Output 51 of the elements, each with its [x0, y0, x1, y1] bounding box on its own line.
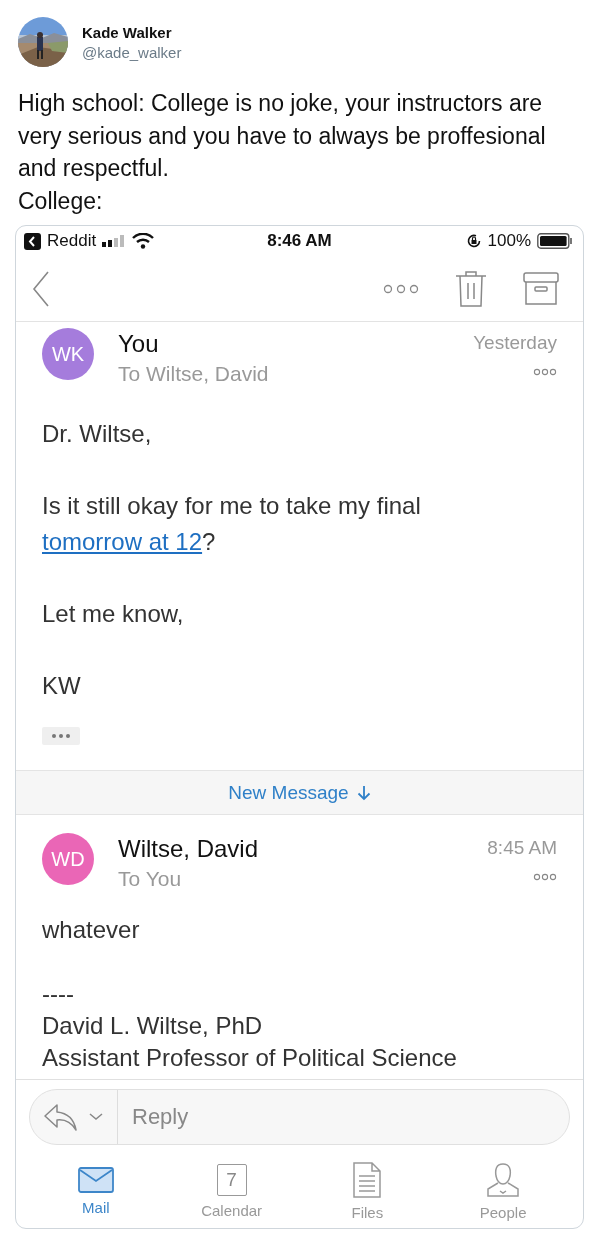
sender-name: You	[118, 329, 160, 359]
sender-name: Wiltse, David	[118, 834, 260, 864]
archive-icon[interactable]	[523, 270, 559, 307]
mail-icon	[77, 1167, 114, 1193]
recipient-line: To Wiltse, David	[118, 361, 270, 387]
file-icon	[352, 1162, 383, 1198]
show-quoted-icon[interactable]	[42, 727, 80, 745]
caret-icon[interactable]	[89, 1113, 103, 1121]
calendar-icon: 7	[216, 1164, 247, 1196]
message-text: KW	[42, 671, 82, 701]
tab[interactable]: Mail	[45, 1167, 146, 1216]
back-icon	[24, 232, 41, 250]
new-message-bar[interactable]: New Message	[16, 770, 583, 815]
message-text: Is it still okay for me to take my final tomorrow at 12?	[42, 491, 422, 557]
person-icon	[486, 1162, 521, 1198]
tweet-text: High school: College is no joke, your instructors are very serious and you have to always be proffesional and respectful.	[18, 89, 547, 183]
signature-line: David L. Wiltse, PhD	[42, 1011, 264, 1041]
signature-line: ----	[42, 979, 75, 1009]
author-handle[interactable]: @kade_walker	[82, 43, 182, 61]
reply-bar[interactable]: Reply	[29, 1089, 570, 1145]
tab[interactable]: People	[453, 1162, 554, 1221]
reply-field[interactable]: Reply	[118, 1103, 569, 1131]
back-chevron-icon[interactable]	[32, 270, 50, 307]
back-app-label[interactable]: Reddit	[47, 231, 97, 251]
initials-avatar: WD	[42, 833, 94, 885]
signature-line: Assistant Professor of Political Science	[42, 1043, 458, 1073]
reply-icon[interactable]	[43, 1103, 79, 1131]
signal-icon	[102, 235, 127, 247]
down-arrow-icon	[356, 784, 371, 801]
tweet-text: College:	[18, 186, 104, 216]
more-icon[interactable]	[383, 283, 419, 294]
wifi-icon	[132, 233, 155, 249]
tab[interactable]: Files	[317, 1162, 418, 1221]
battery-icon	[537, 233, 573, 249]
message-text: whatever	[42, 915, 141, 945]
more-icon[interactable]	[533, 368, 557, 376]
message-text: Let me know,	[42, 599, 185, 629]
status-time: 8:46 AM	[267, 231, 332, 251]
date-link[interactable]: tomorrow at 12	[42, 528, 203, 555]
message-time: Yesterday	[473, 332, 557, 354]
message-text: Dr. Wiltse,	[42, 419, 153, 449]
new-message-label[interactable]: New Message	[228, 781, 349, 804]
initials-avatar: WK	[42, 328, 94, 380]
recipient-line: To You	[118, 866, 183, 892]
tab[interactable]: 7 Calendar	[181, 1164, 282, 1219]
author-name[interactable]: Kade Walker	[82, 23, 182, 41]
message-time: 8:45 AM	[487, 837, 557, 859]
more-icon[interactable]	[533, 873, 557, 881]
battery-percent: 100%	[487, 231, 531, 251]
trash-icon[interactable]	[455, 270, 487, 307]
rotation-lock-icon	[465, 233, 482, 249]
